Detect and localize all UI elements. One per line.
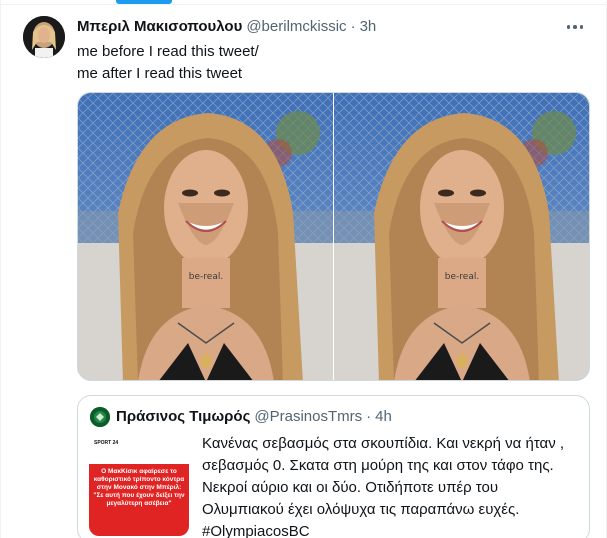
quoted-author-handle[interactable]: @PrasinosTmrs xyxy=(254,408,362,425)
author-name[interactable]: Μπεριλ Μακισοπουλου xyxy=(77,18,242,35)
thumbnail-brand: SPORT 24 xyxy=(94,440,119,446)
tweet-text-line: me before I read this tweet/ xyxy=(77,43,259,60)
author-handle[interactable]: @berilmckissic xyxy=(246,18,346,35)
svg-text:be-real.: be-real. xyxy=(189,272,223,282)
header-separator: · xyxy=(350,18,356,35)
tweet-time[interactable]: 3h xyxy=(360,18,377,35)
quoted-text-line: Νεκροί αύριο και οι δύο. Οτιδήποτε υπέρ … xyxy=(202,479,499,496)
media-photo-right[interactable]: be-real. xyxy=(334,93,589,380)
thumbnail-headline: Ο ΜακΚίσικ αφαίρεσε το καθοριστικό τρίπο… xyxy=(93,468,185,507)
avatar[interactable] xyxy=(23,16,65,58)
quoted-text-line: Κανένας σεβασμός στα σκουπίδια. Και νεκρ… xyxy=(202,435,565,452)
quoted-time[interactable]: 4h xyxy=(375,408,392,425)
timeline-left-border xyxy=(0,0,1,538)
svg-text:be-real.: be-real. xyxy=(445,272,479,282)
quoted-tweet[interactable]: Πράσινος Τιμωρός @PrasinosTmrs · 4h SPOR… xyxy=(77,395,590,538)
quoted-text: Κανένας σεβασμός στα σκουπίδια. Και νεκρ… xyxy=(202,433,582,538)
active-tab-indicator xyxy=(116,0,172,4)
quoted-author-name[interactable]: Πράσινος Τιμωρός xyxy=(116,408,250,425)
quoted-header-separator: · xyxy=(366,408,372,425)
quoted-header: Πράσινος Τιμωρός @PrasinosTmrs · 4h xyxy=(116,408,392,425)
quoted-media-thumbnail[interactable]: SPORT 24 Ο ΜακΚίσικ αφαίρεσε το καθοριστ… xyxy=(89,436,189,536)
tweet-text-line: me after I read this tweet xyxy=(77,65,243,82)
more-dots-icon xyxy=(566,25,571,29)
more-options-button[interactable] xyxy=(561,16,589,38)
tweet-text: me before I read this tweet/ me after I … xyxy=(77,41,259,85)
quoted-text-line: σεβασμός 0. Σκατα στη μούρη της και στον… xyxy=(202,457,554,474)
quoted-avatar[interactable] xyxy=(90,407,110,427)
tweet-media[interactable]: be-real. be-real. xyxy=(77,92,590,381)
quoted-hashtag[interactable]: #OlympiacosBC xyxy=(202,521,582,538)
tweet-header: Μπεριλ Μακισοπουλου @berilmckissic · 3h xyxy=(77,18,376,35)
top-divider xyxy=(0,4,607,5)
quoted-text-line: Ολυμπιακού έχει ολόψυχα τις παραπάνω ευχ… xyxy=(202,501,520,518)
media-photo-left[interactable]: be-real. xyxy=(78,93,333,380)
